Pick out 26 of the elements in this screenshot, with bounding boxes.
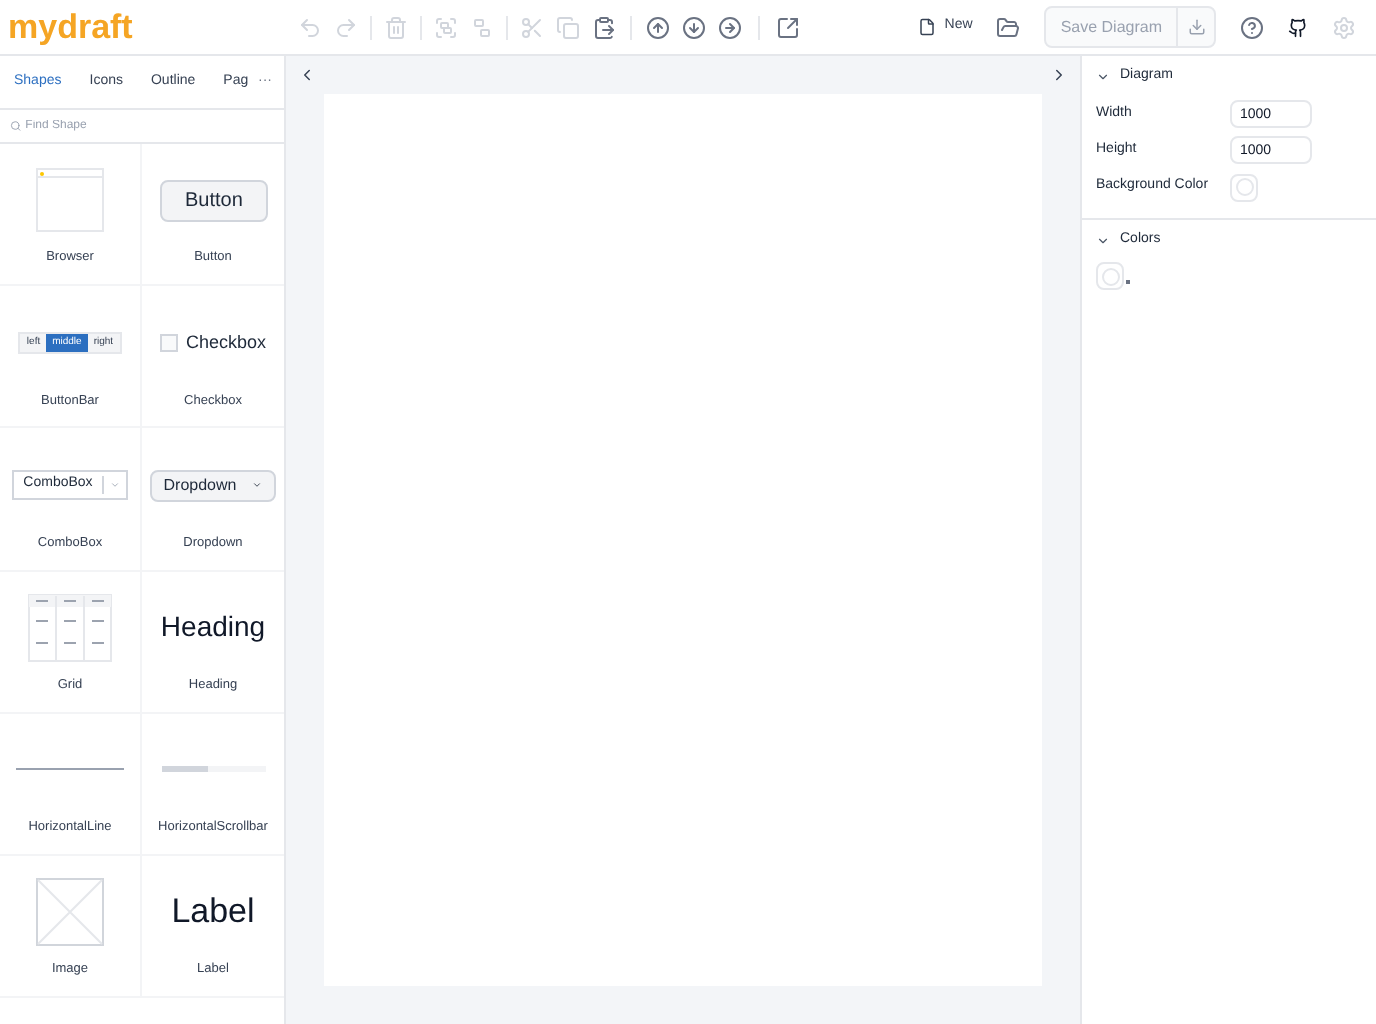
github-icon[interactable] — [1288, 17, 1308, 37]
collapse-left-icon[interactable] — [298, 65, 316, 83]
circle-arrow-down-icon[interactable] — [678, 11, 710, 43]
label-preview: Label — [171, 890, 255, 935]
checkbox-preview — [159, 333, 178, 352]
collapse-right-icon[interactable] — [1050, 65, 1068, 83]
file-icon — [918, 18, 937, 36]
horizontal-line-drawing — [16, 768, 124, 771]
image-placeholder-drawing — [36, 878, 104, 947]
heading-preview: Heading — [160, 608, 266, 647]
color-swatch[interactable] — [1230, 173, 1258, 201]
button-preview: Button — [159, 179, 267, 222]
download-icon — [1187, 18, 1205, 36]
circle-arrow-right-icon[interactable] — [714, 11, 746, 43]
checkbox-text: Checkbox — [185, 329, 267, 356]
help-icon[interactable] — [1236, 11, 1268, 43]
color-picker[interactable] — [1096, 262, 1124, 290]
settings-icon[interactable] — [1328, 11, 1360, 43]
dropdown-preview: Dropdown — [149, 469, 277, 502]
search-icon — [10, 120, 22, 132]
browser-drawing — [36, 168, 104, 233]
circle-arrow-up-icon[interactable] — [642, 11, 674, 43]
chevron-down-icon[interactable] — [1096, 69, 1110, 83]
trash-icon[interactable] — [380, 11, 412, 43]
chevron-down-icon[interactable] — [1096, 233, 1110, 247]
grid-drawing — [28, 593, 112, 662]
